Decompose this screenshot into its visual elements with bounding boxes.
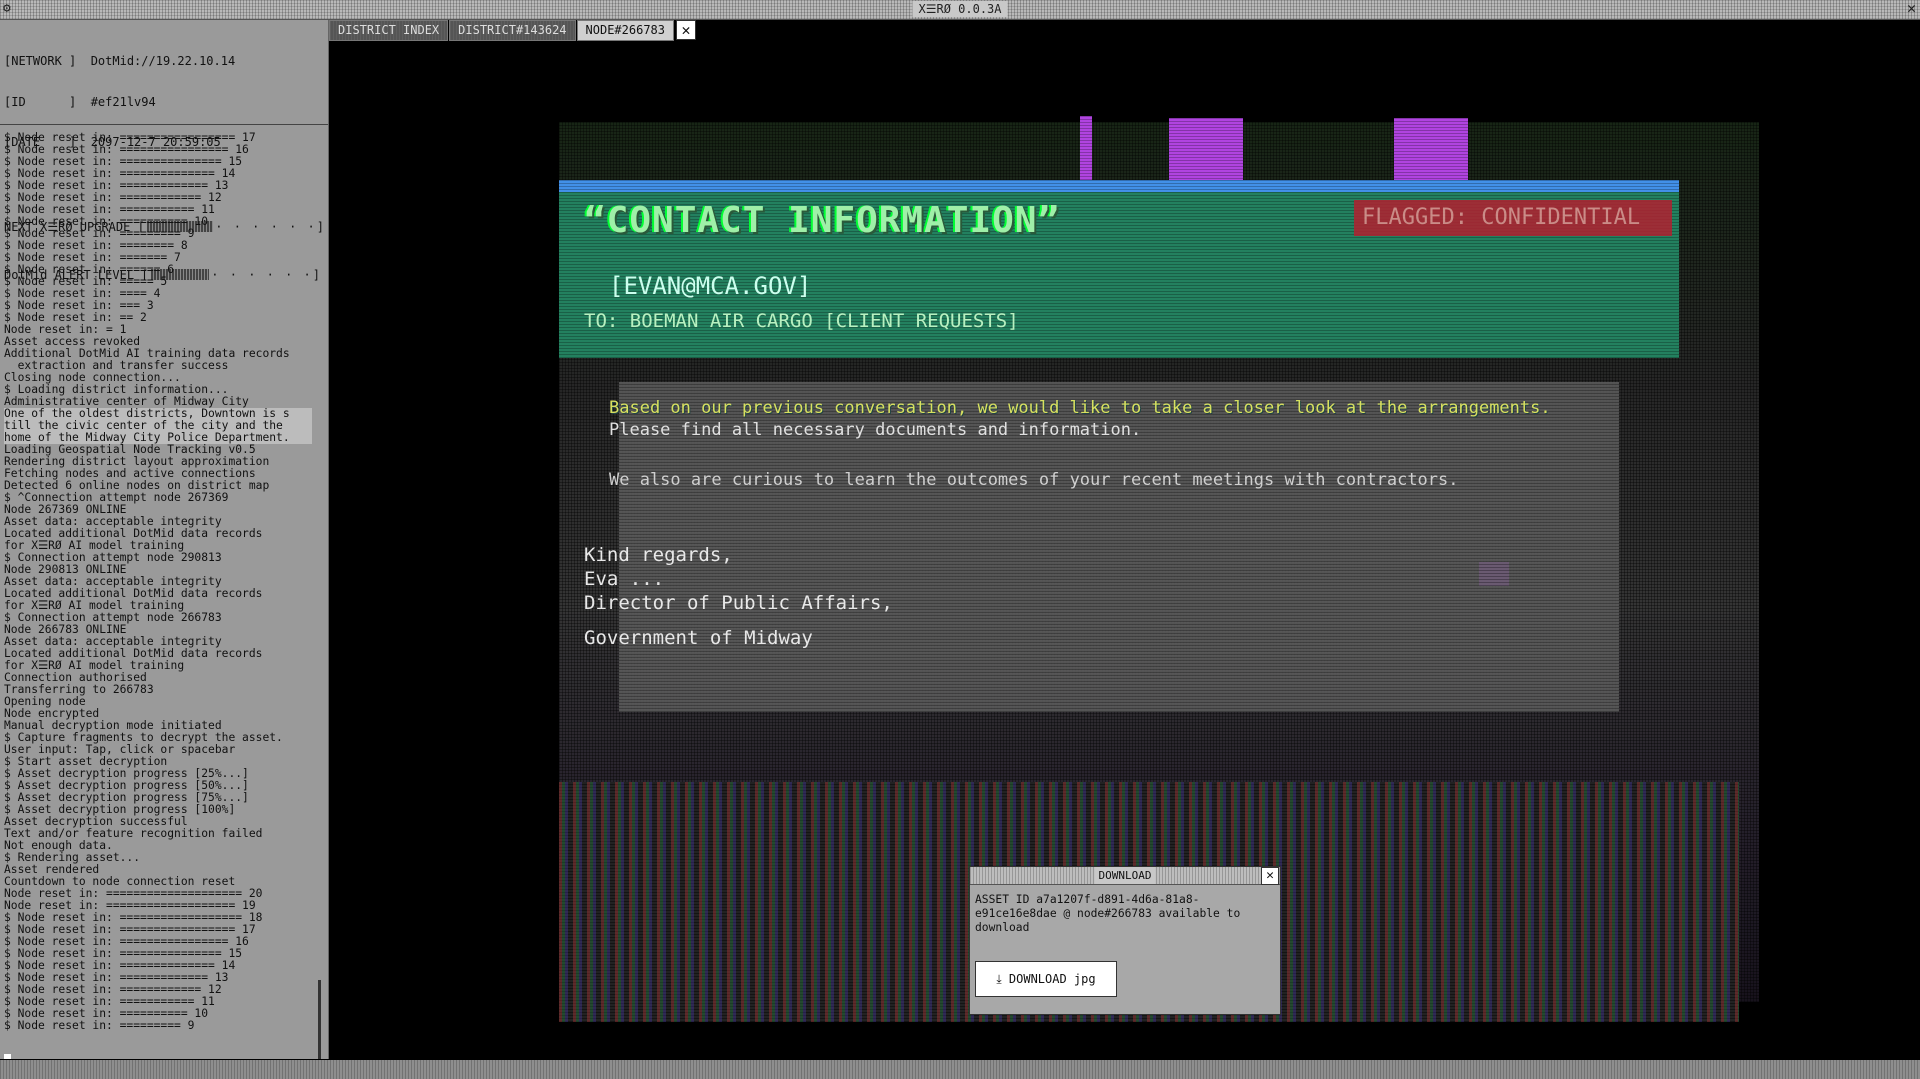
glitch-block <box>1080 116 1092 186</box>
asset-sig-org: Government of Midway <box>584 627 813 649</box>
dialog-close-icon[interactable]: ✕ <box>1261 867 1279 885</box>
log-line: $ Node reset in: ========= 9 <box>4 1019 195 1032</box>
asset-sig-name: Eva ... <box>584 568 665 590</box>
asset-body-1: Based on our previous conversation, we w… <box>609 398 1551 418</box>
divider <box>0 124 328 125</box>
window-title: X☰RØ 0.0.3A <box>912 1 1008 17</box>
terminal-cursor <box>4 1054 11 1059</box>
asset-sig-title: Director of Public Affairs, <box>584 592 893 614</box>
gear-icon[interactable]: ⚙ <box>3 1 11 17</box>
terminal-log: $ Node reset in: ================= 17 $ N… <box>4 132 312 1032</box>
status-bar <box>0 1060 1920 1079</box>
asset-email: [EVAN@MCA.GOV] <box>609 272 812 300</box>
glitch-block <box>1169 118 1243 188</box>
asset-signoff: Kind regards, <box>584 544 733 566</box>
flag-badge: FLAGGED: CONFIDENTIAL <box>1354 200 1672 236</box>
asset-body-3: We also are curious to learn the outcome… <box>609 470 1459 490</box>
dialog-titlebar: DOWNLOAD ✕ <box>970 867 1280 885</box>
download-jpg-button[interactable]: ⤓ DOWNLOAD jpg <box>975 961 1117 997</box>
tab-district[interactable]: DISTRICT#143624 <box>449 20 576 41</box>
upgrade-close: ] <box>316 219 324 234</box>
tab-district-index[interactable]: DISTRICT INDEX <box>329 20 449 41</box>
asset-to-line: TO: BOEMAN AIR CARGO [CLIENT REQUESTS] <box>584 310 1019 332</box>
glitch-block <box>1394 118 1468 188</box>
title-bar: ⚙ X☰RØ 0.0.3A ✕ <box>0 0 1920 20</box>
scrollbar[interactable] <box>318 980 321 1059</box>
download-dialog: DOWNLOAD ✕ ASSET ID a7a1207f-d891-4d6a-8… <box>969 866 1281 1015</box>
id-line: [ID ] #ef21lv94 <box>4 94 156 109</box>
close-tab-icon[interactable]: ✕ <box>676 20 697 40</box>
close-icon[interactable]: ✕ <box>1907 0 1916 17</box>
network-line: [NETWORK ] DotMid://19.22.10.14 <box>4 54 236 68</box>
tab-bar: DISTRICT INDEX DISTRICT#143624 NODE#2667… <box>329 20 697 41</box>
decrypted-asset-image: FLAGGED: CONFIDENTIAL “CONTACT INFORMATI… <box>559 82 1759 1022</box>
tab-node[interactable]: NODE#266783 <box>576 20 675 41</box>
dialog-message: ASSET ID a7a1207f-d891-4d6a-81a8-e91ce16… <box>975 893 1241 934</box>
terminal-panel: [NETWORK ] DotMid://19.22.10.14 [ID ] #e… <box>0 20 329 1059</box>
asset-body-2: Please find all necessary documents and … <box>609 420 1142 440</box>
dialog-title: DOWNLOAD <box>1094 867 1156 884</box>
asset-heading: “CONTACT INFORMATION” <box>584 200 1061 241</box>
alert-close: ] <box>312 267 321 282</box>
